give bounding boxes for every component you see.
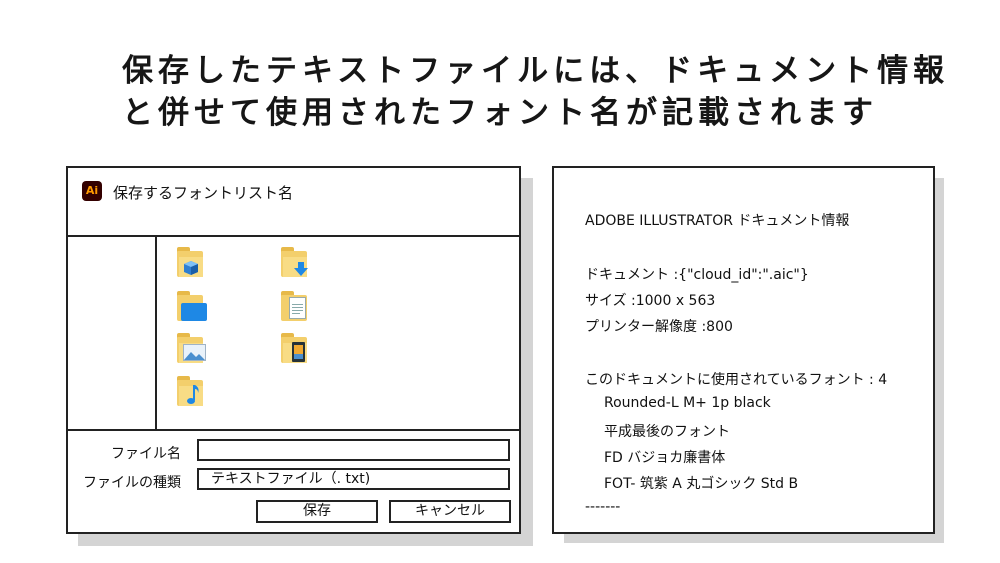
dialog-sidebar[interactable] bbox=[68, 235, 157, 429]
filetype-label: ファイルの種類 bbox=[83, 475, 181, 491]
info-fonts-heading: このドキュメントに使用されているフォント : 4 bbox=[585, 372, 888, 388]
save-button[interactable]: 保存 bbox=[256, 500, 378, 523]
document-info-file: ADOBE ILLUSTRATOR ドキュメント情報 ドキュメント :{"clo… bbox=[552, 166, 935, 534]
cancel-button[interactable]: キャンセル bbox=[389, 500, 511, 523]
headline-line-1: 保存したテキストファイルには、ドキュメント情報 bbox=[122, 53, 950, 89]
info-size: サイズ :1000 x 563 bbox=[585, 293, 716, 309]
videos-folder-icon[interactable] bbox=[281, 333, 311, 365]
dialog-titlebar: Ai 保存するフォントリスト名 bbox=[68, 168, 519, 237]
info-heading: ADOBE ILLUSTRATOR ドキュメント情報 bbox=[585, 213, 850, 229]
file-list bbox=[157, 235, 519, 429]
font-list-item: FD バジョカ廉書体 bbox=[604, 450, 726, 466]
info-separator: ------- bbox=[585, 499, 621, 515]
documents-folder-icon[interactable] bbox=[281, 291, 311, 323]
dialog-title: 保存するフォントリスト名 bbox=[113, 184, 294, 202]
info-document: ドキュメント :{"cloud_id":".aic"} bbox=[585, 267, 809, 283]
desktop-folder-icon[interactable] bbox=[177, 291, 207, 323]
font-list-item: FOT- 筑紫 A 丸ゴシック Std B bbox=[604, 476, 799, 492]
filename-label: ファイル名 bbox=[111, 446, 181, 462]
pictures-folder-icon[interactable] bbox=[177, 333, 207, 365]
font-list-item: Rounded-L M+ 1p black bbox=[604, 395, 771, 411]
info-printer-resolution: プリンター解像度 :800 bbox=[585, 319, 733, 335]
illustrator-app-icon: Ai bbox=[82, 181, 102, 201]
filetype-select[interactable]: テキストファイル（. txt) bbox=[197, 468, 510, 490]
font-list-item: 平成最後のフォント bbox=[604, 424, 730, 440]
headline-line-2: と併せて使用されたフォント名が記載されます bbox=[122, 95, 878, 131]
music-folder-icon[interactable] bbox=[177, 376, 207, 408]
dialog-bottom-panel: ファイル名 ファイルの種類 テキストファイル（. txt) 保存 キャンセル bbox=[68, 429, 519, 532]
save-dialog: Ai 保存するフォントリスト名 ファイル名 ファイルの種類 テキストファイル（.… bbox=[66, 166, 521, 534]
filename-input[interactable] bbox=[197, 439, 510, 461]
headline: 保存したテキストファイルには、ドキュメント情報 と併せて使用されたフォント名が記… bbox=[122, 50, 950, 134]
downloads-folder-icon[interactable] bbox=[281, 247, 311, 279]
3d-objects-folder-icon[interactable] bbox=[177, 247, 207, 279]
